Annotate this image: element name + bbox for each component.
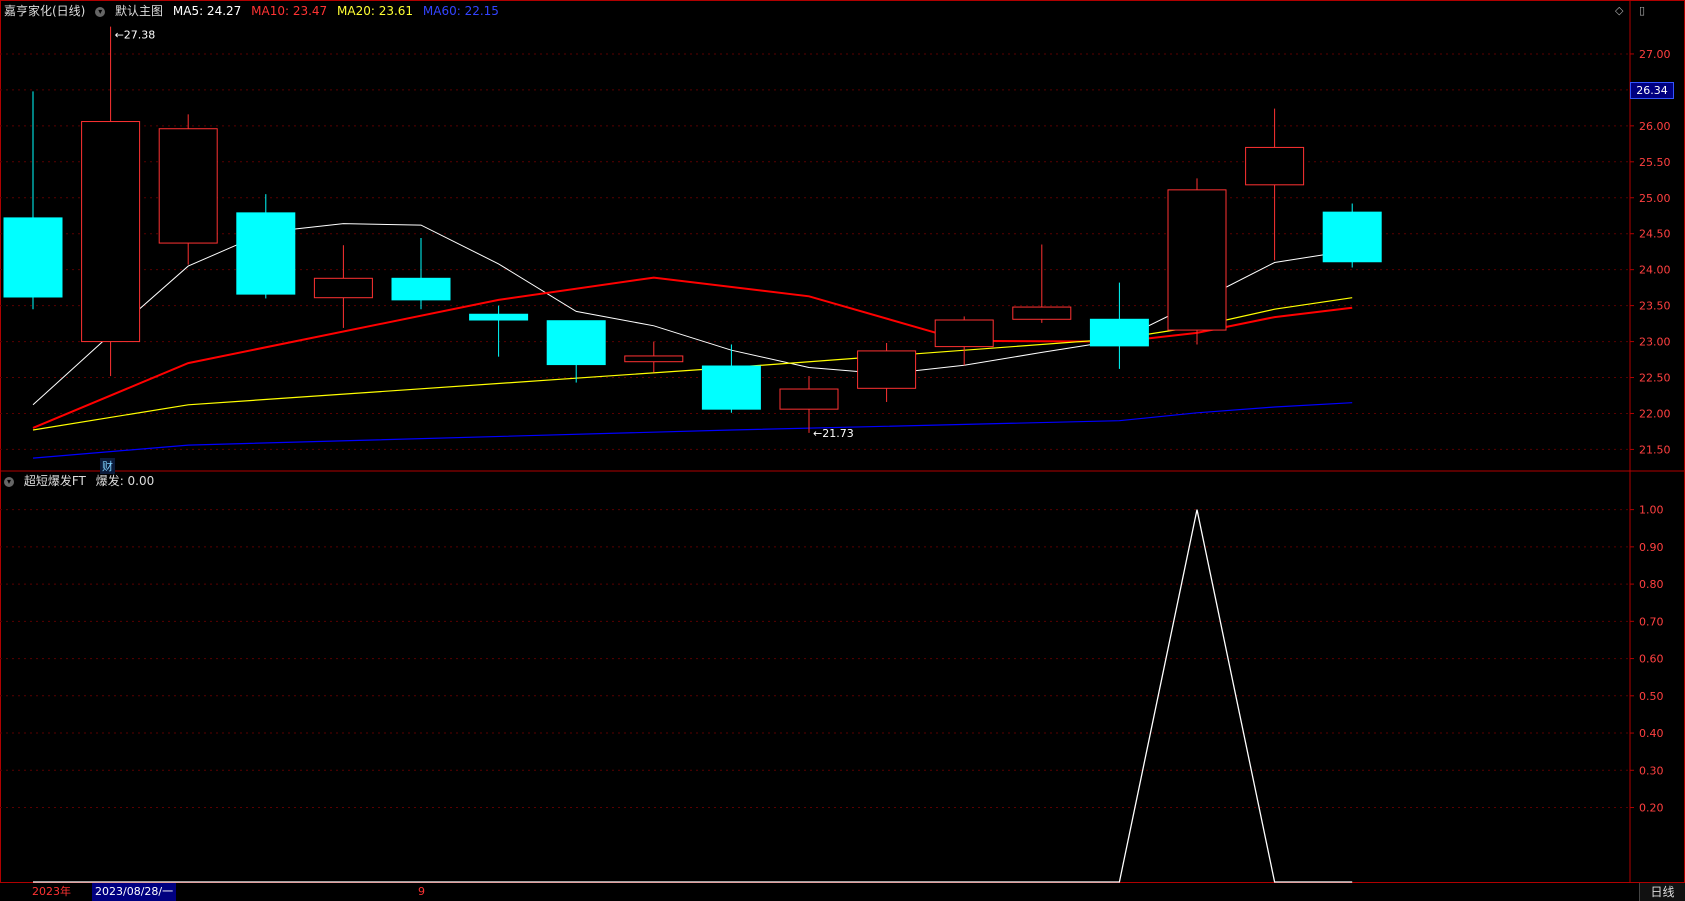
main-tick-label: 22.00 — [1639, 407, 1671, 420]
chart-frame — [0, 0, 1685, 883]
candle-up — [779, 388, 839, 410]
ma20-value: MA20: 23.61 — [337, 4, 414, 18]
indicator-tick-label: 0.40 — [1639, 727, 1664, 740]
main-tick-label: 23.50 — [1639, 300, 1671, 313]
price-annotation: ←21.73 — [813, 427, 854, 440]
candle-up — [313, 277, 373, 299]
candle-down — [3, 217, 63, 298]
date-axis: 2023年 2023/08/28/一 9 — [0, 883, 1685, 901]
candle-down — [1322, 211, 1382, 263]
ma60-value: MA60: 22.15 — [422, 4, 499, 18]
main-tick-label: 22.50 — [1639, 372, 1671, 385]
indicator-tick-label: 0.70 — [1639, 615, 1664, 628]
ma5-line — [32, 223, 1353, 406]
candle-down — [1089, 318, 1149, 347]
diamond-icon[interactable]: ◇ — [1615, 4, 1623, 17]
indicator-value: 爆发: 0.00 — [95, 474, 155, 488]
stock-name[interactable]: 嘉亨家化(日线) — [4, 4, 85, 18]
candle-up — [81, 121, 141, 343]
financial-marker[interactable]: 财 — [100, 458, 115, 474]
cursor-date-label: 2023/08/28/一 — [92, 883, 177, 901]
year-label: 2023年 — [32, 885, 71, 898]
chevron-down-icon[interactable]: ▾ — [95, 6, 106, 17]
candle-up — [624, 355, 684, 363]
candle-down — [701, 365, 761, 410]
main-tick-label: 24.50 — [1639, 228, 1671, 241]
main-chart-label[interactable]: 默认主图 — [115, 4, 163, 18]
chart-canvas: 21.50 22.00 22.50 23.00 23.50 24.00 24.50 25.00… — [0, 0, 1685, 883]
main-tick-label: 25.50 — [1639, 156, 1671, 169]
burst-indicator-line — [33, 509, 1353, 883]
indicator-tick-label: 0.80 — [1639, 578, 1664, 591]
main-tick-label: 24.00 — [1639, 264, 1671, 277]
period-selector[interactable]: 日线 — [1639, 883, 1685, 901]
ma10-value: MA10: 23.47 — [251, 4, 328, 18]
indicator-tick-label: 0.60 — [1639, 653, 1664, 666]
candle-up — [857, 350, 917, 389]
main-tick-label: 21.50 — [1639, 443, 1671, 456]
main-tick-label: 26.00 — [1639, 120, 1671, 133]
main-tick-label: 27.00 — [1639, 48, 1671, 61]
indicator-tick-label: 0.20 — [1639, 802, 1664, 815]
main-tick-label: 25.00 — [1639, 192, 1671, 205]
indicator-tick-label: 0.90 — [1639, 541, 1664, 554]
candle-up — [934, 319, 994, 348]
candle-down — [546, 320, 606, 366]
window-icon[interactable]: ▯ — [1639, 4, 1645, 17]
candle-up — [158, 128, 218, 244]
corner-icons: ◇ ▯ — [1603, 4, 1645, 17]
month-label: 9 — [418, 885, 425, 898]
indicator-header: ▾ 超短爆发FT 爆发: 0.00 — [4, 474, 160, 488]
candle-up — [1167, 189, 1227, 331]
ma5-value: MA5: 24.27 — [172, 4, 242, 18]
main-chart-header: 嘉亨家化(日线) ▾ 默认主图 MA5: 24.27 MA10: 23.47 M… — [4, 4, 505, 18]
main-tick-label: 23.00 — [1639, 336, 1671, 349]
candle-up — [1245, 146, 1305, 186]
last-price-tag: 26.34 — [1630, 82, 1674, 99]
ma10-line — [32, 276, 1353, 429]
indicator-name[interactable]: 超短爆发FT — [24, 474, 86, 488]
ma60-line — [32, 402, 1353, 459]
candle-down — [469, 313, 529, 321]
indicator-tick-label: 0.30 — [1639, 764, 1664, 777]
candle-down — [236, 212, 296, 295]
indicator-tick-label: 1.00 — [1639, 504, 1664, 517]
candle-down — [391, 277, 451, 301]
ma20-line — [32, 297, 1353, 431]
price-annotation: ←27.38 — [115, 29, 156, 42]
chevron-down-icon[interactable]: ▾ — [4, 476, 14, 487]
candle-up — [1012, 306, 1072, 320]
indicator-tick-label: 0.50 — [1639, 690, 1664, 703]
